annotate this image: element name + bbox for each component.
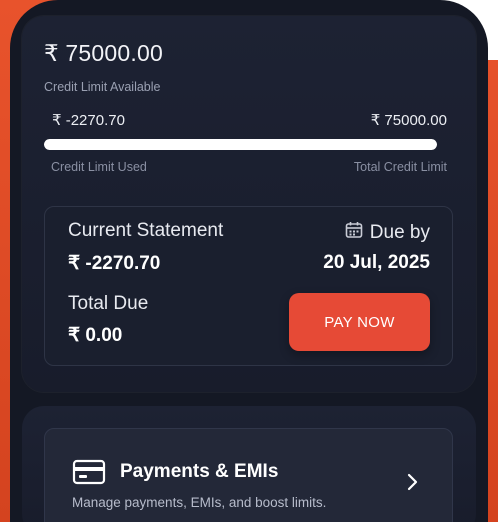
available-credit-label: Credit Limit Available <box>44 80 161 94</box>
credit-usage-progress-bar <box>44 139 437 150</box>
current-statement-amount: ₹ -2270.70 <box>68 253 161 274</box>
due-by-header: Due by <box>344 220 430 245</box>
due-date: 20 Jul, 2025 <box>323 252 430 273</box>
due-by-label: Due by <box>369 221 430 243</box>
credit-usage-progress-fill <box>44 139 437 150</box>
total-credit-amount: ₹ 75000.00 <box>370 112 447 129</box>
calendar-icon <box>344 220 364 245</box>
used-credit-amount: ₹ -2270.70 <box>52 112 125 129</box>
total-credit-label: Total Credit Limit <box>353 160 447 174</box>
available-credit-amount: ₹ 75000.00 <box>44 40 163 66</box>
pay-now-button[interactable]: PAY NOW <box>289 293 430 351</box>
card-icon <box>72 459 106 490</box>
current-statement-title: Current Statement <box>68 220 224 241</box>
total-due-title: Total Due <box>68 293 149 314</box>
used-credit-label: Credit Limit Used <box>51 160 147 174</box>
chevron-right-icon[interactable] <box>406 472 420 497</box>
payments-emis-title: Payments & EMIs <box>120 461 279 482</box>
total-due-amount: ₹ 0.00 <box>68 325 123 346</box>
payments-emis-subtitle: Manage payments, EMIs, and boost limits. <box>72 495 327 510</box>
